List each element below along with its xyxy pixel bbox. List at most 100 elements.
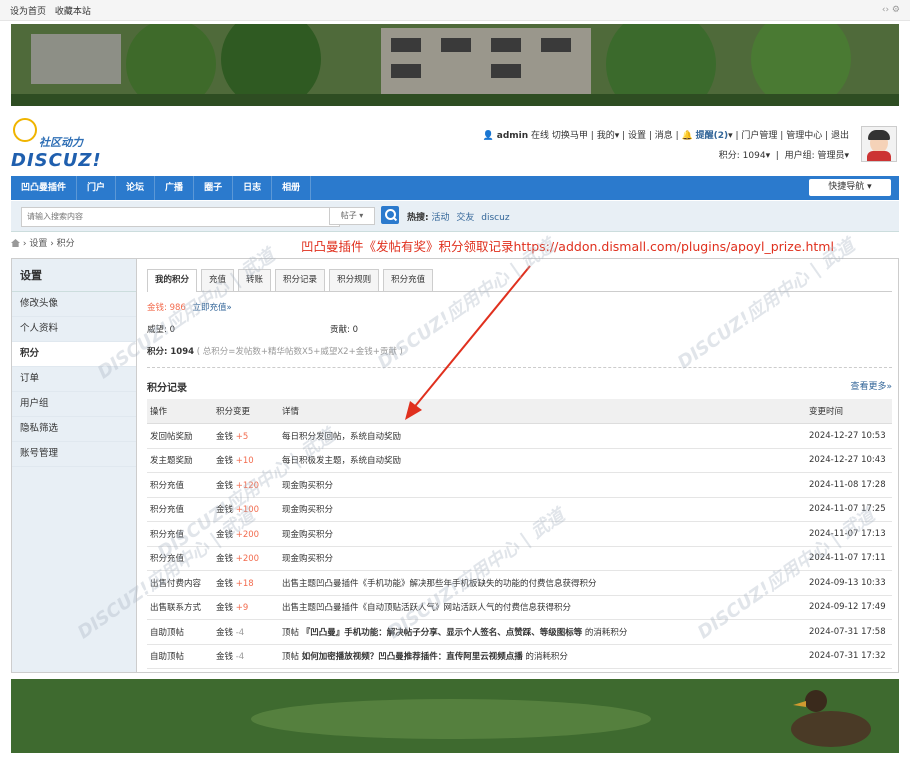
record-change: 金钱 +120 [213, 472, 279, 498]
online-status[interactable]: 在线 [531, 131, 549, 141]
user-avatar[interactable] [861, 126, 897, 162]
contribution-value: 贡献: 0 [330, 325, 358, 335]
credits-formula: ( 总积分=发帖数+精华帖数X5+威望X2+金钱+贡献 ) [196, 347, 403, 357]
divider [147, 367, 892, 368]
record-operation: 积分充值 [147, 546, 213, 571]
record-row: 出售付费内容 金钱 +18 出售主题凹凸曼插件《手机功能》解决那些年手机板缺失的功能… [147, 570, 892, 596]
record-topic-link[interactable]: 如何加密播放视频？凹凸曼推荐插件：直传阿里云视频点播 [302, 652, 523, 662]
col-change: 积分变更 [213, 399, 279, 424]
search-bar: 帖子 ▾ 热搜: 活动 交友 discuz [11, 201, 899, 232]
record-detail: 现金购买积分 [279, 521, 806, 547]
sidebar-item-privacy[interactable]: 隐私筛选 [12, 417, 136, 442]
record-row: 积分充值 金钱 +100 现金购买积分 2024-11-07 17:25 [147, 497, 892, 522]
record-row: 积分充值 金钱 +120 现金购买积分 2024-11-08 17:28 [147, 472, 892, 498]
record-operation: 积分充值 [147, 472, 213, 498]
record-detail: 出售主题凹凸曼插件《手机功能》解决那些年手机板缺失的功能的付费信息获得积分 [279, 570, 806, 596]
user-credits[interactable]: 积分: 1094 [719, 151, 766, 161]
settings-gear-icon[interactable]: ⚙ [892, 5, 900, 15]
record-change: 金钱 +5 [213, 423, 279, 449]
record-change: 金钱 +18 [213, 570, 279, 596]
record-detail: 现金购买积分 [279, 472, 806, 498]
sidebar-item-usergroup[interactable]: 用户组 [12, 392, 136, 417]
site-header: 社区动力 DISCUZ! 👤 admin 在线 切换马甲 | 我的▾ | 设置 … [11, 112, 899, 172]
user-bar: 👤 admin 在线 切换马甲 | 我的▾ | 设置 | 消息 | 🔔 提醒(2… [482, 131, 849, 161]
logo-cn-text: 社区动力 [39, 136, 83, 149]
tab-recharge[interactable]: 充值 [201, 269, 235, 291]
nav-item-blog[interactable]: 日志 [233, 176, 273, 200]
quick-nav-button[interactable]: 快捷导航 ▾ [809, 179, 891, 196]
content-panel: 设置 修改头像 个人资料 积分 订单 用户组 隐私筛选 账号管理 我的积分 充值… [11, 258, 899, 673]
logout-link[interactable]: 退出 [831, 131, 849, 141]
settings-sidebar: 设置 修改头像 个人资料 积分 订单 用户组 隐私筛选 账号管理 [12, 259, 137, 672]
credits-value: 1094 [170, 347, 195, 357]
record-time: 2024-11-07 17:11 [806, 546, 892, 571]
settings-link[interactable]: 设置 [628, 131, 646, 141]
tab-credit-topup[interactable]: 积分充值 [383, 269, 434, 291]
my-menu[interactable]: 我的 [597, 131, 615, 141]
record-time: 2024-09-12 17:49 [806, 595, 892, 620]
record-time: 2024-11-08 17:28 [806, 472, 892, 498]
tab-transfer[interactable]: 转账 [238, 269, 272, 291]
hot-label: 热搜: [407, 213, 429, 223]
admin-center-link[interactable]: 管理中心 [786, 131, 822, 141]
sidebar-item-profile[interactable]: 个人资料 [12, 317, 136, 342]
switch-account-link[interactable]: 切换马甲 [552, 131, 588, 141]
record-operation: 积分充值 [147, 497, 213, 522]
record-operation: 出售联系方式 [147, 595, 213, 620]
record-change: 金钱 +100 [213, 497, 279, 522]
record-row: 自助顶帖 金钱 -4 顶帖 『凹凸曼』手机功能：解决帖子分享、显示个人签名、点赞踩、… [147, 619, 892, 645]
records-body: 发回帖奖励 金钱 +5 每日积分发回帖，系统自动奖励 2024-12-27 10:53… [147, 423, 892, 669]
recharge-now-link[interactable]: 立即充值» [193, 303, 232, 313]
portal-manage-link[interactable]: 门户管理 [741, 131, 777, 141]
sidebar-item-orders[interactable]: 订单 [12, 367, 136, 392]
record-row: 自助顶帖 金钱 -4 顶帖 如何加密播放视频？凹凸曼推荐插件：直传阿里云视频点播 的… [147, 644, 892, 669]
view-more-link[interactable]: 查看更多» [850, 379, 892, 392]
sidebar-item-account[interactable]: 账号管理 [12, 442, 136, 467]
user-group[interactable]: 用户组: 管理员 [785, 151, 845, 161]
records-table: 操作 积分变更 详情 变更时间 发回帖奖励 金钱 +5 每日积分发回帖，系统自动奖励… [147, 399, 892, 669]
record-operation: 自助顶帖 [147, 644, 213, 669]
hot-link-discuz[interactable]: discuz [481, 213, 509, 223]
record-operation: 发主题奖励 [147, 448, 213, 473]
bookmark-link[interactable]: 收藏本站 [55, 7, 91, 17]
breadcrumb-settings[interactable]: 设置 [29, 239, 47, 249]
record-time: 2024-07-31 17:32 [806, 644, 892, 669]
record-change: 金钱 +200 [213, 546, 279, 571]
nav-item-forum[interactable]: 论坛 [116, 176, 156, 200]
site-logo[interactable]: 社区动力 DISCUZ! [11, 118, 121, 171]
tab-credit-rules[interactable]: 积分规则 [329, 269, 380, 291]
search-input[interactable] [21, 207, 340, 227]
messages-link[interactable]: 消息 [655, 131, 673, 141]
reminder-link[interactable]: 提醒(2) [696, 131, 729, 141]
prestige-value: 威望: 0 [147, 325, 175, 335]
set-homepage-link[interactable]: 设为首页 [10, 7, 46, 17]
top-tools: ‹› ⚙ [882, 5, 900, 15]
nav-item-group[interactable]: 圈子 [194, 176, 234, 200]
hot-link-activity[interactable]: 活动 [431, 213, 449, 223]
tab-my-credits[interactable]: 我的积分 [147, 269, 198, 292]
nav-item-portal[interactable]: 门户 [77, 176, 117, 200]
logo-ring-icon [13, 118, 37, 142]
nav-item-album[interactable]: 相册 [272, 176, 312, 200]
record-time: 2024-12-27 10:53 [806, 423, 892, 449]
nav-item-plugin[interactable]: 凹凸曼插件 [11, 176, 78, 200]
record-change: 金钱 -4 [213, 619, 279, 645]
user-icon: 👤 [482, 131, 494, 141]
breadcrumb-credits[interactable]: 积分 [57, 239, 75, 249]
bottom-banner-image [11, 679, 899, 753]
username-link[interactable]: admin [497, 131, 528, 141]
nav-item-broadcast[interactable]: 广播 [155, 176, 195, 200]
home-icon[interactable] [11, 239, 20, 247]
record-row: 发回帖奖励 金钱 +5 每日积分发回帖，系统自动奖励 2024-12-27 10:53 [147, 423, 892, 449]
record-time: 2024-11-07 17:13 [806, 521, 892, 547]
tab-credit-log[interactable]: 积分记录 [275, 269, 326, 291]
hot-link-friends[interactable]: 交友 [456, 213, 474, 223]
record-change: 金钱 +9 [213, 595, 279, 620]
search-button[interactable] [381, 206, 399, 224]
duck-scene [11, 679, 899, 753]
sidebar-item-avatar[interactable]: 修改头像 [12, 292, 136, 317]
sidebar-item-credits[interactable]: 积分 [12, 342, 136, 367]
search-type-select[interactable]: 帖子 ▾ [329, 207, 375, 225]
record-topic-link[interactable]: 『凹凸曼』手机功能：解决帖子分享、显示个人签名、点赞踩、等级图标等 [302, 628, 583, 638]
style-switch-icon[interactable]: ‹› [882, 5, 889, 15]
